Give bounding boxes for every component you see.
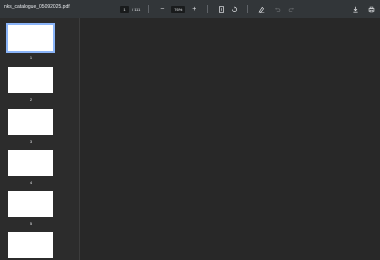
zoom-level-input[interactable]: 76% <box>171 5 186 13</box>
toolbar-divider <box>148 5 150 13</box>
page-thumbnail-label: 2 <box>29 97 33 102</box>
page-thumbnail[interactable] <box>8 67 53 93</box>
page-thumbnail-label: 3 <box>29 139 33 144</box>
annotate-icon[interactable] <box>256 4 266 14</box>
undo-icon[interactable] <box>272 4 282 14</box>
page-thumbnail-label: 1 <box>29 55 33 60</box>
toolbar-divider <box>207 5 209 13</box>
document-title: nks_catalogue_05092025.pdf <box>4 4 70 10</box>
page-thumbnail[interactable] <box>8 191 53 217</box>
zoom-out-icon[interactable]: − <box>157 4 167 14</box>
page-total-label: / 111 <box>132 6 141 12</box>
document-viewer[interactable] <box>80 18 380 260</box>
redo-icon[interactable] <box>286 4 296 14</box>
page-thumbnail-label: 5 <box>29 221 33 226</box>
toolbar-right-controls <box>350 4 376 14</box>
print-icon[interactable] <box>366 4 376 14</box>
page-thumbnail[interactable] <box>8 150 53 176</box>
download-icon[interactable] <box>350 4 360 14</box>
rotate-icon[interactable] <box>229 4 239 14</box>
thumbnail-sidebar[interactable]: 1 2 3 4 5 6 <box>0 18 80 260</box>
page-thumbnail[interactable] <box>8 232 53 258</box>
pdf-toolbar: nks_catalogue_05092025.pdf 1 / 111 − 76%… <box>0 0 380 18</box>
fit-page-icon[interactable] <box>216 4 226 14</box>
page-thumbnail-label: 4 <box>29 180 33 185</box>
page-number-input[interactable]: 1 <box>120 5 129 13</box>
toolbar-divider <box>247 5 249 13</box>
zoom-in-icon[interactable]: + <box>189 4 199 14</box>
page-thumbnail[interactable] <box>8 109 53 135</box>
page-thumbnail[interactable] <box>6 23 55 53</box>
toolbar-center-controls: 1 / 111 − 76% + <box>120 4 296 14</box>
